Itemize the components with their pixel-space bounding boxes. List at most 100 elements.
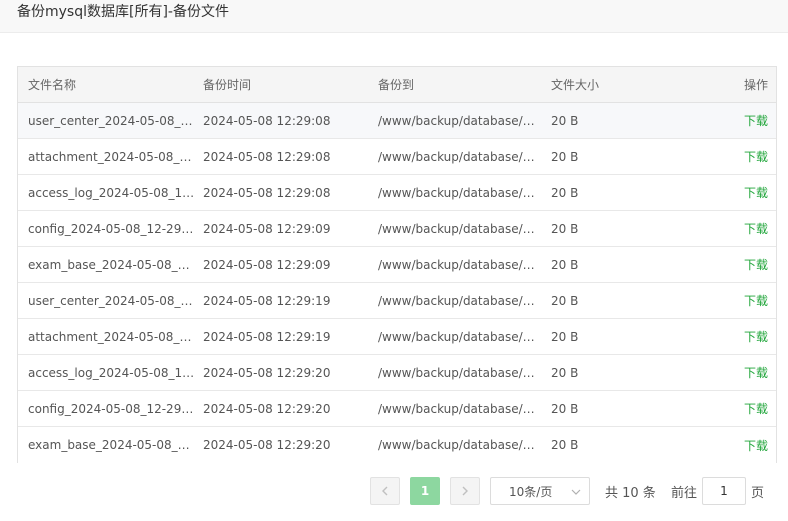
cell-file-size: 20 B bbox=[551, 427, 681, 463]
download-link[interactable]: 下载 bbox=[744, 437, 768, 454]
cell-file-size: 20 B bbox=[551, 139, 681, 174]
download-link[interactable]: 下载 bbox=[744, 256, 768, 273]
cell-destination: /www/backup/database/mysql/attachment bbox=[378, 319, 538, 354]
cell-destination: /www/backup/database/mysql/user_center bbox=[378, 283, 538, 318]
cell-destination-text: /www/backup/database/mysql/access_log bbox=[378, 185, 538, 200]
goto-label: 前往 bbox=[671, 485, 698, 501]
next-page-button[interactable] bbox=[450, 477, 480, 505]
cell-file-size-text: 20 B bbox=[551, 257, 579, 272]
cell-destination: /www/backup/database/mysql/user_center bbox=[378, 103, 538, 138]
download-link[interactable]: 下载 bbox=[744, 400, 768, 417]
chevron-right-icon bbox=[462, 486, 468, 496]
cell-destination: /www/backup/database/mysql/access_log bbox=[378, 355, 538, 390]
cell-file-name-text: exam_base_2024-05-08_12-29-09.sql.gz bbox=[28, 257, 196, 272]
cell-file-name: attachment_2024-05-08_12-29-19.sql.gz bbox=[28, 319, 196, 354]
goto-page-input[interactable]: 1 bbox=[702, 477, 746, 505]
page-button-current[interactable]: 1 bbox=[410, 477, 440, 505]
dialog-title: 备份mysql数据库[所有]-备份文件 bbox=[17, 4, 229, 20]
chevron-down-icon bbox=[571, 489, 581, 495]
cell-file-name-text: config_2024-05-08_12-29-20.sql.gz bbox=[28, 401, 196, 416]
prev-page-button[interactable] bbox=[370, 477, 400, 505]
cell-file-name: attachment_2024-05-08_12-29-08.sql.gz bbox=[28, 139, 196, 174]
table-row: config_2024-05-08_12-29-20.sql.gz 2024-05… bbox=[18, 391, 776, 427]
cell-action: 下载 bbox=[708, 139, 768, 174]
cell-destination-text: /www/backup/database/mysql/access_log bbox=[378, 365, 538, 380]
download-link[interactable]: 下载 bbox=[744, 220, 768, 237]
column-header-name: 文件名称 bbox=[28, 78, 77, 92]
page-size-value: 10条/页 bbox=[509, 484, 553, 499]
cell-file-name: user_center_2024-05-08_12-29-19.sql.gz bbox=[28, 283, 196, 318]
download-link[interactable]: 下载 bbox=[744, 364, 768, 381]
cell-action: 下载 bbox=[708, 175, 768, 210]
cell-backup-time-text: 2024-05-08 12:29:20 bbox=[203, 401, 331, 416]
cell-destination-text: /www/backup/database/mysql/exam_base bbox=[378, 257, 538, 272]
cell-backup-time: 2024-05-08 12:29:08 bbox=[203, 103, 371, 138]
download-link[interactable]: 下载 bbox=[744, 148, 768, 165]
cell-file-name-text: access_log_2024-05-08_12-29-20.sql.gz bbox=[28, 365, 196, 380]
cell-destination: /www/backup/database/mysql/access_log bbox=[378, 175, 538, 210]
column-header-destination: 备份到 bbox=[378, 78, 415, 92]
cell-destination: /www/backup/database/mysql/config bbox=[378, 211, 538, 246]
cell-destination-text: /www/backup/database/mysql/attachment bbox=[378, 149, 538, 164]
cell-backup-time: 2024-05-08 12:29:20 bbox=[203, 355, 371, 390]
cell-backup-time: 2024-05-08 12:29:08 bbox=[203, 175, 371, 210]
total-count: 共 10 条 bbox=[605, 485, 656, 501]
cell-file-name: exam_base_2024-05-08_12-29-20.sql.gz bbox=[28, 427, 196, 463]
download-link[interactable]: 下载 bbox=[744, 112, 768, 129]
download-link[interactable]: 下载 bbox=[744, 328, 768, 345]
cell-destination-text: /www/backup/database/mysql/exam_base bbox=[378, 438, 538, 452]
cell-destination-text: /www/backup/database/mysql/config bbox=[378, 221, 538, 236]
column-header-time: 备份时间 bbox=[203, 78, 252, 92]
cell-backup-time: 2024-05-08 12:29:19 bbox=[203, 319, 371, 354]
table-row: exam_base_2024-05-08_12-29-09.sql.gz 2024… bbox=[18, 247, 776, 283]
table-row: attachment_2024-05-08_12-29-19.sql.gz 202… bbox=[18, 319, 776, 355]
cell-destination: /www/backup/database/mysql/config bbox=[378, 391, 538, 426]
cell-backup-time-text: 2024-05-08 12:29:09 bbox=[203, 257, 331, 272]
cell-file-name-text: attachment_2024-05-08_12-29-08.sql.gz bbox=[28, 149, 196, 164]
backup-files-table: 文件名称 备份时间 备份到 文件大小 操作 user_center_2024-0… bbox=[17, 66, 777, 463]
table-row: attachment_2024-05-08_12-29-08.sql.gz 202… bbox=[18, 139, 776, 175]
cell-backup-time-text: 2024-05-08 12:29:08 bbox=[203, 113, 331, 128]
cell-file-size: 20 B bbox=[551, 319, 681, 354]
cell-file-name: config_2024-05-08_12-29-20.sql.gz bbox=[28, 391, 196, 426]
cell-file-size-text: 20 B bbox=[551, 293, 579, 308]
cell-destination-text: /www/backup/database/mysql/config bbox=[378, 401, 538, 416]
cell-action: 下载 bbox=[708, 427, 768, 463]
cell-backup-time: 2024-05-08 12:29:20 bbox=[203, 391, 371, 426]
dialog-header: 备份mysql数据库[所有]-备份文件 bbox=[0, 0, 788, 33]
cell-file-size: 20 B bbox=[551, 355, 681, 390]
table-row: access_log_2024-05-08_12-29-08.sql.gz 202… bbox=[18, 175, 776, 211]
table-row: user_center_2024-05-08_12-29-08.sql.gz 20… bbox=[18, 103, 776, 139]
page-size-select[interactable]: 10条/页 bbox=[490, 477, 590, 505]
cell-file-size-text: 20 B bbox=[551, 401, 579, 416]
goto-suffix: 页 bbox=[751, 485, 765, 501]
download-link[interactable]: 下载 bbox=[744, 292, 768, 309]
cell-backup-time: 2024-05-08 12:29:09 bbox=[203, 247, 371, 282]
cell-backup-time-text: 2024-05-08 12:29:19 bbox=[203, 329, 331, 344]
cell-file-size: 20 B bbox=[551, 103, 681, 138]
table-row: access_log_2024-05-08_12-29-20.sql.gz 202… bbox=[18, 355, 776, 391]
cell-destination: /www/backup/database/mysql/exam_base bbox=[378, 427, 538, 463]
cell-file-name: user_center_2024-05-08_12-29-08.sql.gz bbox=[28, 103, 196, 138]
cell-backup-time-text: 2024-05-08 12:29:19 bbox=[203, 293, 331, 308]
pagination: 1 10条/页 共 10 条 前往 1 页 bbox=[0, 477, 788, 505]
cell-file-name-text: access_log_2024-05-08_12-29-08.sql.gz bbox=[28, 185, 196, 200]
cell-file-name-text: user_center_2024-05-08_12-29-08.sql.gz bbox=[28, 113, 196, 128]
table-row: user_center_2024-05-08_12-29-19.sql.gz 20… bbox=[18, 283, 776, 319]
cell-backup-time-text: 2024-05-08 12:29:08 bbox=[203, 185, 331, 200]
cell-file-size: 20 B bbox=[551, 247, 681, 282]
cell-file-size: 20 B bbox=[551, 175, 681, 210]
cell-backup-time-text: 2024-05-08 12:29:08 bbox=[203, 149, 331, 164]
cell-action: 下载 bbox=[708, 391, 768, 426]
cell-destination-text: /www/backup/database/mysql/attachment bbox=[378, 329, 538, 344]
column-header-action: 操作 bbox=[743, 78, 768, 92]
cell-backup-time: 2024-05-08 12:29:09 bbox=[203, 211, 371, 246]
chevron-left-icon bbox=[382, 486, 388, 496]
cell-destination-text: /www/backup/database/mysql/user_center bbox=[378, 113, 538, 128]
download-link[interactable]: 下载 bbox=[744, 184, 768, 201]
cell-file-name-text: config_2024-05-08_12-29-09.sql.gz bbox=[28, 221, 196, 236]
cell-action: 下载 bbox=[708, 103, 768, 138]
cell-backup-time-text: 2024-05-08 12:29:20 bbox=[203, 438, 331, 452]
cell-file-name: exam_base_2024-05-08_12-29-09.sql.gz bbox=[28, 247, 196, 282]
table-row: exam_base_2024-05-08_12-29-20.sql.gz 2024… bbox=[18, 427, 776, 463]
